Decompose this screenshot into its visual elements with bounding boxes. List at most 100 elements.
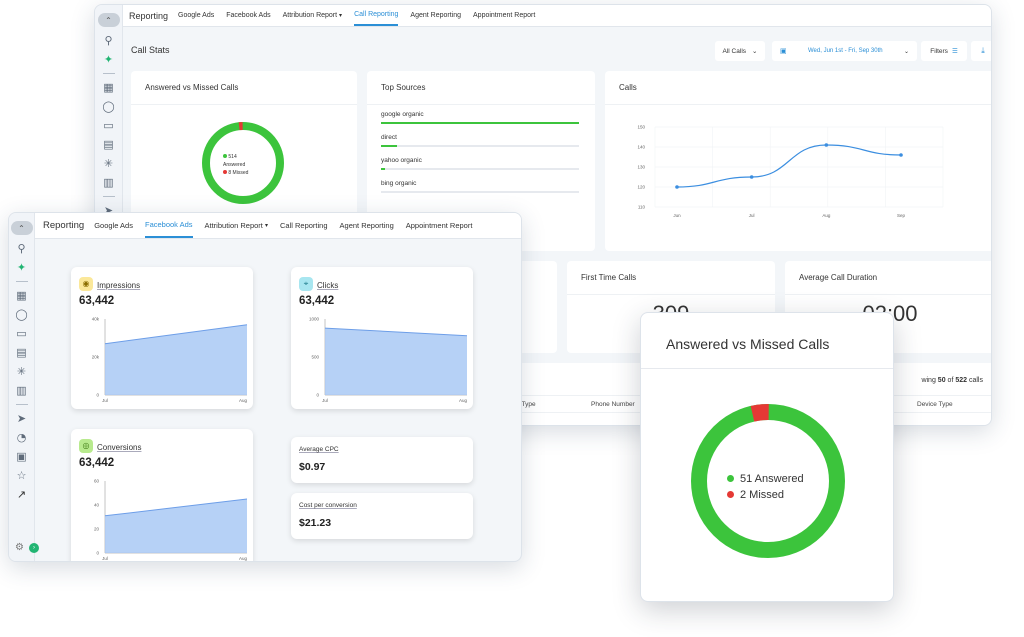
source-bar-track bbox=[381, 145, 579, 147]
conversions-label: Conversions bbox=[97, 443, 142, 452]
tab-facebook-ads[interactable]: Facebook Ads bbox=[144, 213, 193, 238]
x-tick-label: Jul bbox=[102, 398, 108, 403]
x-tick-label: Aug bbox=[822, 213, 831, 218]
source-bar-fill bbox=[381, 168, 385, 170]
tab-appointment-report[interactable]: Appointment Report bbox=[473, 5, 535, 26]
tab-facebook-ads[interactable]: Facebook Ads bbox=[226, 5, 270, 26]
area-fill bbox=[325, 328, 467, 395]
clicks-card: ⌖ Clicks 63,442 1000 500 0 Jul Aug bbox=[291, 267, 473, 409]
dashboard-icon[interactable]: ▦ bbox=[9, 290, 34, 301]
impressions-value: 63,442 bbox=[79, 295, 115, 307]
tab-agent-reporting[interactable]: Agent Reporting bbox=[340, 213, 394, 238]
y-tick-label: 110 bbox=[638, 205, 646, 210]
calendar-icon[interactable]: ▭ bbox=[95, 120, 122, 131]
dashboard-icon[interactable]: ▦ bbox=[95, 82, 122, 93]
chat-icon[interactable]: ◯ bbox=[9, 309, 34, 320]
inbox-icon[interactable]: ▤ bbox=[9, 347, 34, 358]
search-icon[interactable]: ⚲ bbox=[95, 35, 122, 46]
source-bar-track bbox=[381, 122, 579, 124]
inbox-icon[interactable]: ▤ bbox=[95, 139, 122, 150]
front-sidebar: ⌃ ⚲ ✦ ▦ ◯ ▭ ▤ ✳ ▥ ➤ ◔ ▣ ☆ ↗ ⚙ › bbox=[9, 213, 39, 561]
popup-legend: 51 Answered 2 Missed bbox=[727, 471, 804, 503]
network-icon[interactable]: ✳ bbox=[95, 158, 122, 169]
showing-suffix: calls bbox=[968, 377, 983, 384]
history-icon[interactable]: ◔ bbox=[9, 432, 34, 443]
tab-appointment-report[interactable]: Appointment Report bbox=[406, 213, 473, 238]
card-title: First Time Calls bbox=[567, 261, 775, 295]
tab-google-ads[interactable]: Google Ads bbox=[178, 5, 214, 26]
back-navbar: Reporting Google Ads Facebook Ads Attrib… bbox=[123, 5, 991, 27]
page-title: Reporting bbox=[43, 220, 85, 231]
calls-point bbox=[675, 185, 679, 189]
donut-legend: 514 Answered 8 Missed bbox=[223, 153, 248, 177]
sidebar-divider bbox=[102, 196, 115, 197]
trending-icon[interactable]: ↗ bbox=[9, 489, 34, 500]
eye-icon: ◉ bbox=[79, 276, 93, 291]
collapse-toggle-icon[interactable]: ⌃ bbox=[97, 13, 120, 27]
sources-list: google organic direct yahoo organic bing or… bbox=[367, 105, 595, 199]
chevron-down-icon: ⌄ bbox=[903, 48, 909, 55]
popup-title: Answered vs Missed Calls bbox=[666, 336, 830, 352]
x-tick-label: Aug bbox=[239, 398, 248, 403]
calls-point bbox=[749, 175, 754, 179]
showing-prefix: wing bbox=[921, 377, 936, 384]
col-phone-number[interactable]: Phone Number bbox=[591, 401, 635, 408]
clicks-header: ⌖ Clicks bbox=[299, 275, 338, 293]
tab-call-reporting[interactable]: Call Reporting bbox=[354, 5, 399, 26]
legend-answered-text: Answered bbox=[223, 162, 246, 168]
facebook-ads-window: ⌃ ⚲ ✦ ▦ ◯ ▭ ▤ ✳ ▥ ➤ ◔ ▣ ☆ ↗ ⚙ › Reportin… bbox=[8, 212, 522, 562]
cost-per-conversion-label: Cost per conversion bbox=[299, 502, 357, 509]
collapse-toggle-icon[interactable]: ⌃ bbox=[10, 221, 33, 235]
impressions-label: Impressions bbox=[97, 281, 141, 290]
impressions-area-chart: 40k 20k 0Jul Aug bbox=[92, 317, 248, 404]
tab-attribution-report[interactable]: Attribution Report ▾ bbox=[205, 213, 268, 238]
conversions-card: ◎ Conversions 63,442 60 40 20 0 Jul Aug bbox=[71, 429, 253, 561]
page-title: Reporting bbox=[129, 10, 169, 21]
y-tick-label: 500 bbox=[311, 355, 319, 360]
network-icon[interactable]: ✳ bbox=[9, 366, 34, 377]
tab-call-reporting[interactable]: Call Reporting bbox=[280, 213, 328, 238]
y-tick-label: 0 bbox=[96, 551, 99, 556]
trash-icon[interactable]: ▥ bbox=[95, 177, 122, 188]
trash-icon[interactable]: ▥ bbox=[9, 385, 34, 396]
tab-agent-reporting[interactable]: Agent Reporting bbox=[410, 5, 461, 26]
portfolio-icon[interactable]: ▣ bbox=[9, 451, 34, 462]
chat-icon[interactable]: ◯ bbox=[95, 101, 122, 112]
y-tick-label: 40k bbox=[92, 317, 100, 322]
tab-google-ads[interactable]: Google Ads bbox=[94, 213, 133, 238]
search-icon[interactable]: ⚲ bbox=[9, 243, 34, 254]
plus-icon[interactable]: ✦ bbox=[9, 262, 34, 273]
date-range-label: Wed, Jun 1st - Fri, Sep 30th bbox=[808, 48, 883, 54]
call-stats-title: Call Stats bbox=[131, 45, 170, 55]
sidebar-divider bbox=[15, 281, 28, 282]
export-button[interactable]: ⤓ bbox=[971, 41, 991, 61]
chevron-down-icon: ⌄ bbox=[752, 48, 758, 55]
col-device-type[interactable]: Device Type bbox=[917, 401, 953, 408]
all-calls-dropdown[interactable]: All Calls ⌄ bbox=[715, 41, 765, 61]
plus-icon[interactable]: ✦ bbox=[95, 54, 122, 65]
sliders-icon: ☰ bbox=[951, 48, 958, 55]
showing-count: wing 50 of 522 calls bbox=[921, 377, 983, 384]
y-tick-label: 120 bbox=[637, 185, 645, 190]
y-tick-label: 0 bbox=[316, 393, 319, 398]
card-title: Calls bbox=[605, 71, 991, 105]
cost-per-conversion-value: $21.23 bbox=[299, 517, 332, 529]
calendar-icon[interactable]: ▭ bbox=[9, 328, 34, 339]
star-icon[interactable]: ☆ bbox=[9, 470, 34, 481]
front-navbar: Reporting Google Ads Facebook Ads Attrib… bbox=[35, 213, 521, 239]
settings-icon[interactable]: ⚙ bbox=[15, 542, 24, 553]
answered-dot bbox=[727, 475, 734, 482]
tab-attribution-report[interactable]: Attribution Report ▾ bbox=[283, 5, 342, 26]
legend-answered: 514 bbox=[223, 153, 248, 161]
source-name: direct bbox=[381, 134, 397, 141]
source-item: yahoo organic bbox=[381, 157, 581, 170]
send-icon[interactable]: ➤ bbox=[9, 413, 34, 424]
source-name: bing organic bbox=[381, 180, 417, 187]
filters-button[interactable]: Filters ☰ bbox=[921, 41, 967, 61]
expand-icon[interactable]: › bbox=[29, 543, 39, 553]
date-range-picker[interactable]: ▣ Wed, Jun 1st - Fri, Sep 30th ⌄ bbox=[772, 41, 917, 61]
answered-dot bbox=[223, 154, 227, 158]
tab-label: Attribution Report bbox=[204, 221, 263, 230]
missed-dot bbox=[223, 170, 227, 174]
conversions-value: 63,442 bbox=[79, 457, 115, 469]
